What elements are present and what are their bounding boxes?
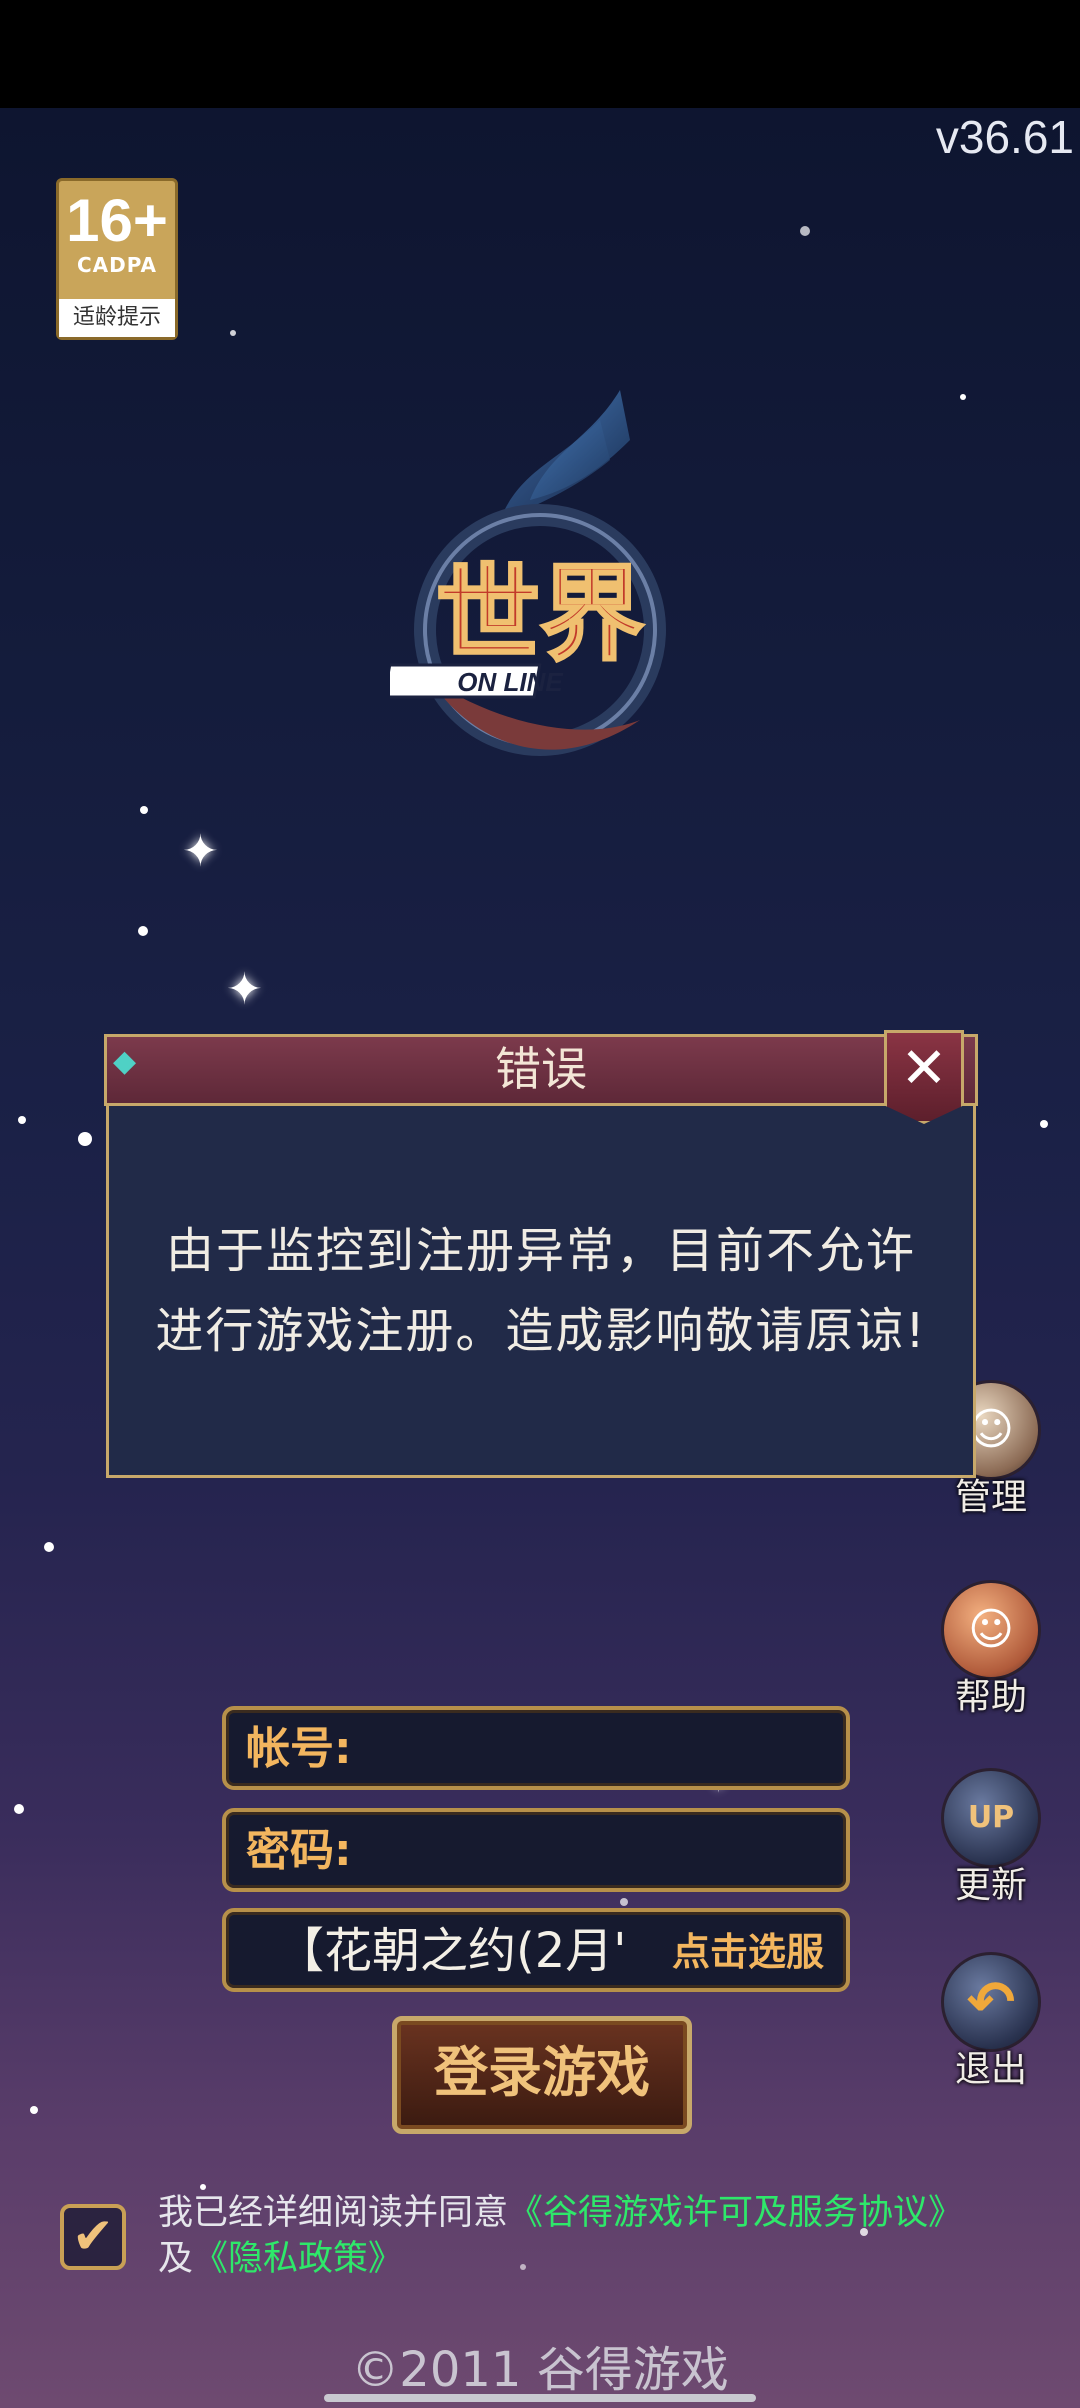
copyright: ©2011 谷得游戏 [351,2342,729,2398]
star [138,926,148,936]
star [140,806,148,814]
agreement-text: 我已经详细阅读并同意《谷得游戏许可及服务协议》 及《隐私政策》 [158,2190,1068,2282]
header-deco-icon: ◆ [113,1044,137,1079]
exit-icon: ↶ [941,1952,1041,2052]
version-label: v36.61 [935,111,1074,163]
server-name: 【花朝之约(2月' [276,1923,627,1979]
age-rating-tip: 适龄提示 [59,299,175,337]
logo-subtitle: ON LINE [457,667,563,697]
side-button-exit[interactable]: ↶ 退出 [936,1952,1046,2092]
close-button[interactable]: ✕ [884,1030,964,1124]
age-rating-badge[interactable]: 16+ CADPA 适龄提示 [56,178,178,340]
error-dialog: ◆ 错误 由于监控到注册异常，目前不允许进行游戏注册。造成影响敬请原谅! ✕ [104,1030,978,1478]
star [960,394,966,400]
side-button-exit-label: 退出 [954,2049,1027,2090]
password-label: 密码: [246,1825,352,1876]
dialog-title: 错误 [495,1042,587,1096]
side-button-help[interactable]: ☺ 帮助 [936,1580,1046,1720]
age-rating-org: CADPA [76,253,158,277]
password-field[interactable]: 密码: [222,1808,850,1892]
star [30,2106,38,2114]
server-select-button[interactable]: 点击选服 [672,1928,824,1976]
star [230,330,236,336]
home-indicator[interactable] [324,2394,756,2402]
account-field[interactable]: 帐号: [222,1706,850,1790]
sparkle: ✦ [182,826,219,877]
update-icon: UP [941,1768,1041,1868]
age-rating-number: 16+ [66,187,168,254]
star [1040,1120,1048,1128]
dialog-header: ◆ 错误 [104,1034,978,1106]
star [78,1132,92,1146]
star [800,226,810,236]
dialog-message: 由于监控到注册异常，目前不允许进行游戏注册。造成影响敬请原谅! [155,1222,927,1359]
star [44,1542,54,1552]
agreement-and: 及 [158,2239,194,2279]
star [18,1116,26,1124]
privacy-link[interactable]: 《隐私政策》 [193,2239,403,2279]
close-icon: ✕ [900,1036,948,1101]
agreement-prefix: 我已经详细阅读并同意 [158,2193,509,2233]
star [14,1804,24,1814]
sparkle: ✦ [226,964,263,1015]
side-button-update[interactable]: UP 更新 [936,1768,1046,1908]
game-logo: 世界 ON LINE [390,390,666,756]
server-selector[interactable]: 【花朝之约(2月' 点击选服 [222,1908,850,1992]
help-icon: ☺ [941,1580,1041,1680]
checkmark-icon: ✔ [72,2207,114,2265]
star [620,1898,628,1906]
status-bar [0,0,1080,108]
dialog-body: 由于监控到注册异常，目前不允许进行游戏注册。造成影响敬请原谅! [106,1106,976,1478]
account-label: 帐号: [246,1723,352,1774]
side-button-help-label: 帮助 [954,1677,1027,1718]
agreement-checkbox[interactable]: ✔ [60,2204,126,2270]
side-button-update-label: 更新 [954,1865,1027,1906]
logo-title: 世界 [436,557,644,673]
login-button[interactable]: 登录游戏 [392,2016,692,2134]
terms-link[interactable]: 《谷得游戏许可及服务协议》 [508,2193,963,2233]
